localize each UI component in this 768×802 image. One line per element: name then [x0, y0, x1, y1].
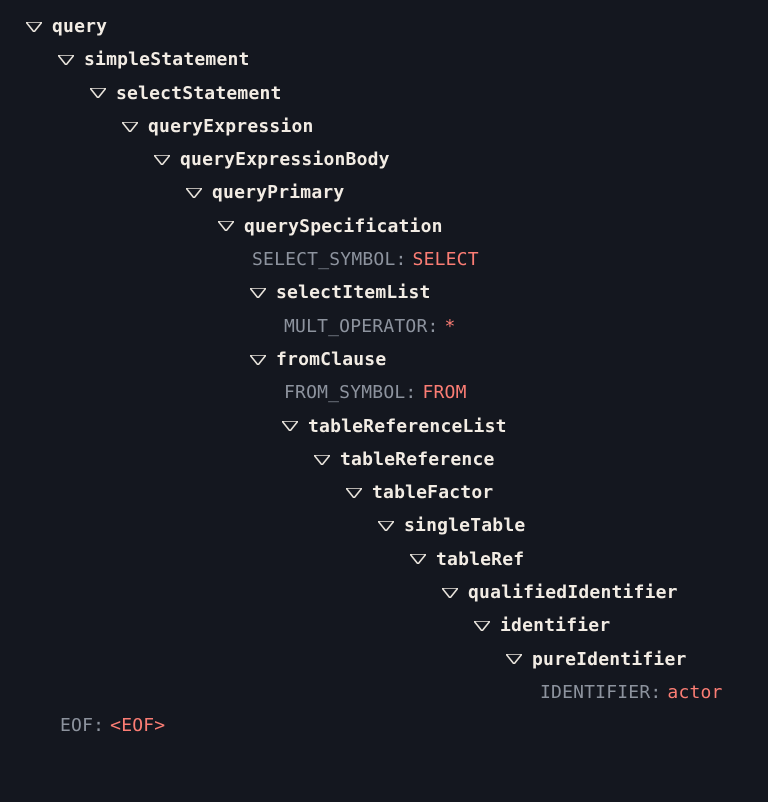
rule-label: simpleStatement — [84, 43, 250, 76]
rule-label: queryExpression — [148, 110, 314, 143]
rule-label: selectItemList — [276, 276, 431, 309]
parse-tree: querysimpleStatementselectStatementquery… — [0, 0, 768, 753]
collapse-triangle-icon[interactable] — [218, 221, 234, 231]
token-name: FROM_SYMBOL: — [284, 376, 416, 409]
rule-label: pureIdentifier — [532, 643, 687, 676]
tree-row[interactable]: FROM_SYMBOL:FROM — [0, 376, 760, 409]
tree-row[interactable]: singleTable — [0, 509, 760, 542]
tree-row[interactable]: IDENTIFIER:actor — [0, 676, 760, 709]
rule-label: queryPrimary — [212, 176, 344, 209]
collapse-triangle-icon[interactable] — [154, 155, 170, 165]
collapse-triangle-icon[interactable] — [282, 421, 298, 431]
collapse-triangle-icon[interactable] — [122, 122, 138, 132]
collapse-triangle-icon[interactable] — [378, 521, 394, 531]
collapse-triangle-icon[interactable] — [506, 654, 522, 664]
token-name: EOF: — [60, 709, 104, 742]
tree-row[interactable]: tableRef — [0, 543, 760, 576]
token-value: actor — [667, 676, 722, 709]
rule-label: identifier — [500, 609, 610, 642]
tree-row[interactable]: queryExpression — [0, 110, 760, 143]
rule-label: selectStatement — [116, 77, 282, 110]
rule-label: qualifiedIdentifier — [468, 576, 678, 609]
tree-row[interactable]: queryPrimary — [0, 176, 760, 209]
collapse-triangle-icon[interactable] — [26, 22, 42, 32]
collapse-triangle-icon[interactable] — [346, 488, 362, 498]
tree-row[interactable]: qualifiedIdentifier — [0, 576, 760, 609]
collapse-triangle-icon[interactable] — [474, 621, 490, 631]
tree-row[interactable]: tableReference — [0, 443, 760, 476]
tree-row[interactable]: MULT_OPERATOR:* — [0, 310, 760, 343]
token-name: IDENTIFIER: — [540, 676, 661, 709]
collapse-triangle-icon[interactable] — [442, 588, 458, 598]
tree-row[interactable]: SELECT_SYMBOL:SELECT — [0, 243, 760, 276]
tree-row[interactable]: tableReferenceList — [0, 410, 760, 443]
rule-label: tableReferenceList — [308, 410, 507, 443]
collapse-triangle-icon[interactable] — [250, 288, 266, 298]
token-value: SELECT — [413, 243, 479, 276]
rule-label: singleTable — [404, 509, 525, 542]
rule-label: queryExpressionBody — [180, 143, 390, 176]
rule-label: tableFactor — [372, 476, 493, 509]
rule-label: tableRef — [436, 543, 524, 576]
rule-label: fromClause — [276, 343, 386, 376]
tree-row[interactable]: selectStatement — [0, 77, 760, 110]
token-value: FROM — [422, 376, 466, 409]
collapse-triangle-icon[interactable] — [58, 55, 74, 65]
tree-row[interactable]: tableFactor — [0, 476, 760, 509]
token-name: SELECT_SYMBOL: — [252, 243, 407, 276]
tree-row[interactable]: queryExpressionBody — [0, 143, 760, 176]
collapse-triangle-icon[interactable] — [90, 88, 106, 98]
token-value: <EOF> — [110, 709, 165, 742]
tree-row[interactable]: selectItemList — [0, 276, 760, 309]
token-value: * — [445, 310, 456, 343]
collapse-triangle-icon[interactable] — [250, 355, 266, 365]
rule-label: query — [52, 10, 107, 43]
rule-label: querySpecification — [244, 210, 443, 243]
token-name: MULT_OPERATOR: — [284, 310, 439, 343]
tree-row[interactable]: simpleStatement — [0, 43, 760, 76]
tree-row[interactable]: querySpecification — [0, 210, 760, 243]
tree-row[interactable]: query — [0, 10, 760, 43]
tree-row[interactable]: pureIdentifier — [0, 643, 760, 676]
collapse-triangle-icon[interactable] — [314, 455, 330, 465]
tree-row[interactable]: identifier — [0, 609, 760, 642]
tree-row[interactable]: fromClause — [0, 343, 760, 376]
tree-row[interactable]: EOF:<EOF> — [0, 709, 760, 742]
collapse-triangle-icon[interactable] — [186, 188, 202, 198]
rule-label: tableReference — [340, 443, 495, 476]
collapse-triangle-icon[interactable] — [410, 554, 426, 564]
